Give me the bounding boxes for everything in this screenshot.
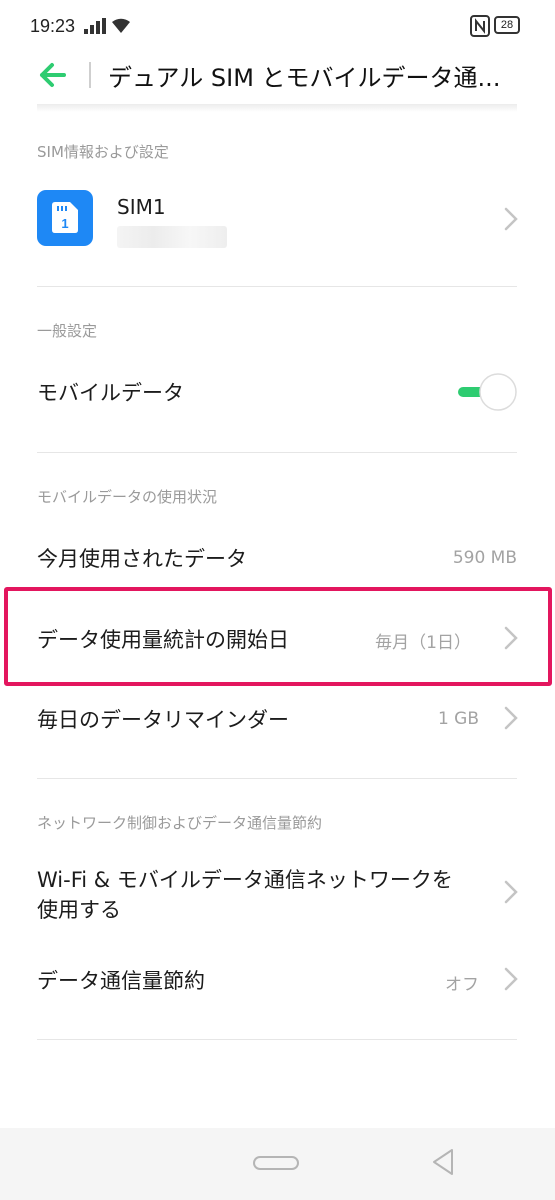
data-saver-label: データ通信量節約 xyxy=(37,969,205,993)
section-label-general: 一般設定 xyxy=(37,322,98,340)
chevron-right-icon xyxy=(504,880,518,904)
daily-reminder-label: 毎日のデータリマインダー xyxy=(37,708,289,732)
home-button[interactable] xyxy=(253,1156,299,1170)
daily-reminder-value: 1 GB xyxy=(437,709,479,729)
this-month-data-label: 今月使用されたデータ xyxy=(37,547,247,571)
chevron-right-icon xyxy=(504,967,518,991)
wifi-mobile-network-label-line2: 使用する xyxy=(37,898,121,922)
signal-icon xyxy=(84,18,106,34)
mobile-data-label: モバイルデータ xyxy=(37,381,184,405)
divider xyxy=(37,286,517,287)
divider xyxy=(37,1039,517,1040)
nav-back-icon[interactable] xyxy=(430,1148,456,1176)
page-title: デュアル SIM とモバイルデータ通... xyxy=(108,64,501,92)
highlight-box xyxy=(4,587,552,686)
chevron-right-icon xyxy=(504,706,518,730)
divider xyxy=(37,778,517,779)
mobile-data-toggle[interactable] xyxy=(458,372,518,412)
this-month-data-value: 590 MB xyxy=(452,548,517,568)
wifi-mobile-network-label-line1: Wi-Fi & モバイルデータ通信ネットワークを xyxy=(37,868,453,892)
header-shadow xyxy=(37,104,517,112)
wifi-icon xyxy=(112,18,130,33)
data-saver-value: オフ xyxy=(445,975,479,995)
section-label-sim-info: SIM情報および設定 xyxy=(37,143,169,161)
sim-name: SIM1 xyxy=(117,195,166,219)
sim-number-redacted xyxy=(117,226,227,248)
divider xyxy=(37,452,517,453)
nfc-icon xyxy=(470,15,490,37)
sim-icon-number: 1 xyxy=(61,216,68,231)
status-time: 19:23 xyxy=(30,16,76,36)
chevron-right-icon xyxy=(504,207,518,231)
sim-card-icon: 1 xyxy=(52,202,78,233)
back-arrow-icon[interactable] xyxy=(38,60,68,90)
section-label-usage: モバイルデータの使用状況 xyxy=(37,488,218,506)
battery-icon: 28 xyxy=(494,16,520,34)
section-label-network: ネットワーク制御およびデータ通信量節約 xyxy=(37,814,323,832)
header-divider xyxy=(89,62,91,88)
